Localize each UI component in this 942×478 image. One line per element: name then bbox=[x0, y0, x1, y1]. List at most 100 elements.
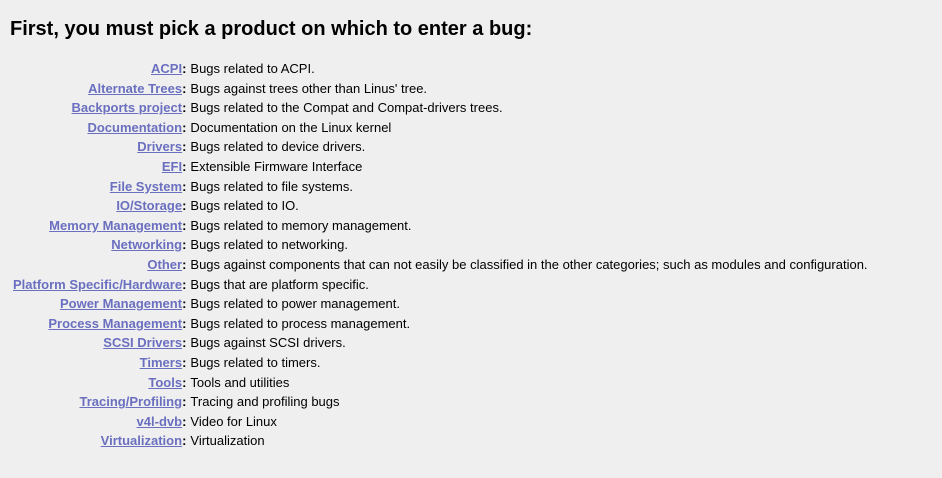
product-description: Bugs related to IO. bbox=[190, 198, 299, 214]
name-separator: : bbox=[182, 119, 187, 135]
product-description: Bugs related to process management. bbox=[190, 315, 411, 331]
product-name-cell: ACPI: bbox=[10, 59, 186, 79]
name-separator: : bbox=[182, 276, 187, 292]
product-link[interactable]: File System bbox=[110, 179, 182, 194]
product-name-cell: Platform Specific/Hardware: bbox=[10, 275, 186, 295]
product-name-cell: EFI: bbox=[10, 157, 187, 177]
name-separator: : bbox=[182, 139, 187, 155]
name-separator: : bbox=[182, 354, 187, 370]
name-separator: : bbox=[182, 296, 187, 312]
product-link[interactable]: Timers bbox=[140, 355, 182, 370]
product-link[interactable]: Drivers bbox=[137, 139, 182, 154]
product-row: Virtualization: Virtualization bbox=[10, 431, 868, 451]
product-name-cell: Process Management: bbox=[10, 314, 186, 334]
product-name-cell: Memory Management: bbox=[10, 216, 186, 236]
product-link[interactable]: Process Management bbox=[48, 316, 182, 331]
name-separator: : bbox=[182, 158, 187, 174]
product-name-cell: v4l-dvb: bbox=[10, 412, 187, 432]
product-link[interactable]: EFI bbox=[162, 159, 182, 174]
product-link[interactable]: Documentation bbox=[87, 120, 182, 135]
name-separator: : bbox=[182, 61, 187, 76]
product-link[interactable]: Platform Specific/Hardware bbox=[13, 277, 182, 292]
product-link[interactable]: Tracing/Profiling bbox=[79, 394, 182, 409]
page-title: First, you must pick a product on which … bbox=[10, 18, 533, 40]
name-separator: : bbox=[182, 315, 187, 331]
product-name-cell: Tracing/Profiling: bbox=[10, 392, 186, 412]
product-link[interactable]: ACPI bbox=[151, 61, 182, 76]
product-description: Bugs related to file systems. bbox=[190, 178, 353, 194]
product-table: ACPI: Bugs related to ACPI. Alternate Tree… bbox=[10, 59, 868, 451]
product-description: Bugs against SCSI drivers. bbox=[190, 335, 346, 351]
product-name-cell: Drivers: bbox=[10, 137, 186, 157]
product-name-cell: SCSI Drivers: bbox=[10, 333, 186, 353]
name-separator: : bbox=[182, 217, 187, 233]
product-description: Video for Linux bbox=[190, 413, 277, 429]
product-description: Extensible Firmware Interface bbox=[190, 158, 363, 174]
product-description: Tools and utilities bbox=[190, 374, 290, 390]
product-description: Bugs related to the Compat and Compat-dr… bbox=[190, 100, 503, 116]
product-row: SCSI Drivers: Bugs against SCSI drivers. bbox=[10, 333, 868, 353]
product-link[interactable]: Other bbox=[147, 257, 182, 272]
product-row: EFI: Extensible Firmware Interface bbox=[10, 157, 868, 177]
product-list: ACPI: Bugs related to ACPI. Alternate Tree… bbox=[10, 59, 868, 451]
product-row: File System: Bugs related to file systems… bbox=[10, 177, 868, 197]
name-separator: : bbox=[182, 433, 187, 449]
name-separator: : bbox=[182, 237, 187, 253]
product-name-cell: Timers: bbox=[10, 353, 187, 373]
product-description: Documentation on the Linux kernel bbox=[190, 119, 392, 135]
product-row: IO/Storage: Bugs related to IO. bbox=[10, 196, 868, 216]
product-name-cell: Tools: bbox=[10, 373, 186, 393]
product-row: Tools: Tools and utilities bbox=[10, 373, 868, 393]
product-row: Tracing/Profiling: Tracing and profiling … bbox=[10, 392, 868, 412]
product-row: Networking: Bugs related to networking. bbox=[10, 235, 868, 255]
product-name-cell: Other: bbox=[10, 255, 186, 275]
product-name-cell: Power Management: bbox=[10, 294, 186, 314]
product-description: Bugs related to networking. bbox=[190, 237, 348, 253]
product-name-cell: Backports project: bbox=[10, 98, 187, 118]
product-description: Bugs related to ACPI. bbox=[190, 61, 315, 76]
product-row: Process Management: Bugs related to proce… bbox=[10, 314, 868, 334]
product-description: Bugs that are platform specific. bbox=[190, 276, 369, 292]
product-description: Bugs related to power management. bbox=[190, 296, 400, 312]
name-separator: : bbox=[182, 374, 187, 390]
product-row: ACPI: Bugs related to ACPI. bbox=[10, 59, 868, 79]
product-link[interactable]: SCSI Drivers bbox=[103, 335, 182, 350]
product-row: Other: Bugs against components that can n… bbox=[10, 255, 868, 275]
product-row: Timers: Bugs related to timers. bbox=[10, 353, 868, 373]
product-name-cell: File System: bbox=[10, 177, 187, 197]
name-separator: : bbox=[182, 178, 187, 194]
product-link[interactable]: Networking bbox=[111, 237, 182, 252]
name-separator: : bbox=[182, 394, 187, 410]
product-row: Power Management: Bugs related to power m… bbox=[10, 294, 868, 314]
product-row: v4l-dvb: Video for Linux bbox=[10, 412, 868, 432]
product-description: Bugs against trees other than Linus' tre… bbox=[190, 80, 428, 96]
product-link[interactable]: Power Management bbox=[60, 296, 182, 311]
product-row: Platform Specific/Hardware: Bugs that are… bbox=[10, 275, 868, 295]
product-row: Backports project: Bugs related to the Co… bbox=[10, 98, 868, 118]
product-name-cell: Alternate Trees: bbox=[10, 79, 186, 99]
product-row: Alternate Trees: Bugs against trees other… bbox=[10, 79, 868, 99]
product-description: Bugs related to memory management. bbox=[190, 217, 412, 233]
product-link[interactable]: IO/Storage bbox=[116, 198, 182, 213]
product-description: Bugs related to timers. bbox=[190, 354, 321, 370]
product-link[interactable]: Virtualization bbox=[101, 433, 182, 448]
product-name-cell: Networking: bbox=[10, 235, 186, 255]
product-link[interactable]: Alternate Trees bbox=[88, 81, 182, 96]
name-separator: : bbox=[182, 100, 187, 116]
name-separator: : bbox=[182, 256, 187, 272]
product-row: Memory Management: Bugs related to memory… bbox=[10, 216, 868, 236]
name-separator: : bbox=[182, 413, 187, 429]
product-row: Documentation: Documentation on the Linux… bbox=[10, 118, 868, 138]
product-link[interactable]: Memory Management bbox=[49, 218, 182, 233]
product-name-cell: Virtualization: bbox=[10, 431, 187, 451]
product-name-cell: Documentation: bbox=[10, 118, 186, 138]
product-description: Bugs against components that can not eas… bbox=[190, 256, 868, 272]
product-row: Drivers: Bugs related to device drivers. bbox=[10, 137, 868, 157]
product-link[interactable]: Backports project bbox=[72, 100, 183, 115]
name-separator: : bbox=[182, 80, 187, 96]
product-link[interactable]: v4l-dvb bbox=[137, 414, 183, 429]
product-description: Tracing and profiling bugs bbox=[190, 394, 340, 410]
product-description: Bugs related to device drivers. bbox=[190, 139, 366, 155]
product-description: Virtualization bbox=[190, 433, 265, 449]
product-link[interactable]: Tools bbox=[148, 375, 182, 390]
